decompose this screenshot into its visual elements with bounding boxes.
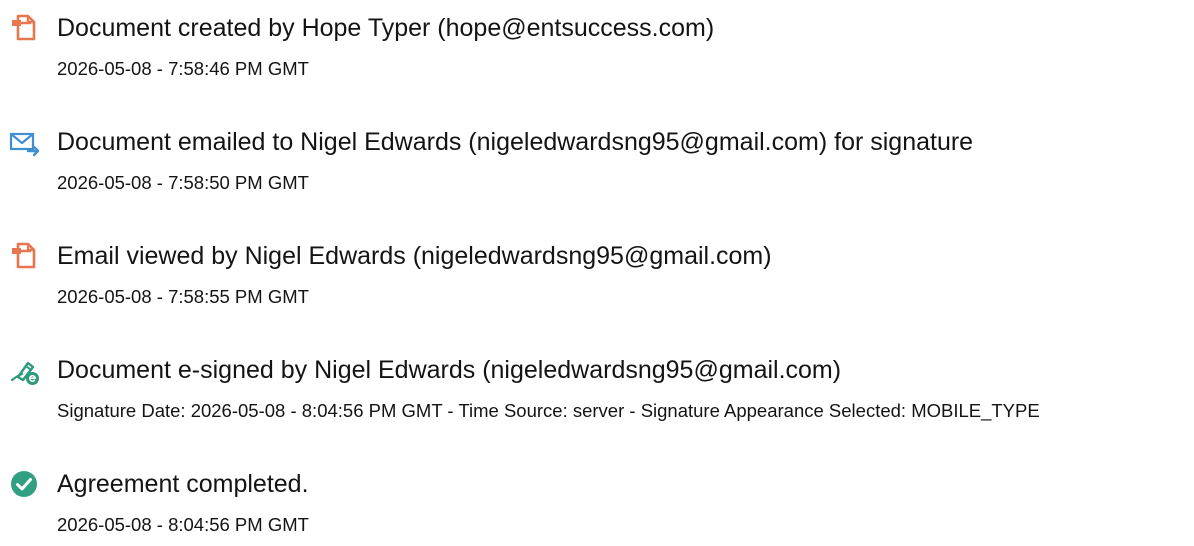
event-title: Document created by Hope Typer (hope@ent… <box>57 14 715 42</box>
event-title: Document e-signed by Nigel Edwards (nige… <box>57 356 842 384</box>
event-document-created: Document created by Hope Typer (hope@ent… <box>0 0 1194 90</box>
e-sign-pen-icon <box>8 354 40 386</box>
event-email-viewed: Email viewed by Nigel Edwards (nigeledwa… <box>0 228 1194 318</box>
document-icon <box>8 12 40 44</box>
event-document-emailed: Document emailed to Nigel Edwards (nigel… <box>0 114 1194 204</box>
audit-history: { "colors": { "doc_icon": "#e8764f", "ma… <box>0 0 1194 536</box>
document-icon <box>8 240 40 272</box>
event-timestamp: 2026-05-08 - 8:04:56 PM GMT <box>57 514 309 535</box>
event-document-esigned: Document e-signed by Nigel Edwards (nige… <box>0 342 1194 432</box>
event-title: Document emailed to Nigel Edwards (nigel… <box>57 128 974 156</box>
event-signature-details: Signature Date: 2026-05-08 - 8:04:56 PM … <box>57 400 1040 421</box>
event-agreement-completed: Agreement completed. 2026-05-08 - 8:04:5… <box>0 456 1194 546</box>
event-timestamp: 2026-05-08 - 7:58:50 PM GMT <box>57 172 309 193</box>
email-sent-icon <box>8 126 40 158</box>
check-circle-icon <box>8 468 40 500</box>
event-timestamp: 2026-05-08 - 7:58:55 PM GMT <box>57 286 309 307</box>
event-title: Email viewed by Nigel Edwards (nigeledwa… <box>57 242 772 270</box>
event-title: Agreement completed. <box>57 470 309 498</box>
event-timestamp: 2026-05-08 - 7:58:46 PM GMT <box>57 58 309 79</box>
